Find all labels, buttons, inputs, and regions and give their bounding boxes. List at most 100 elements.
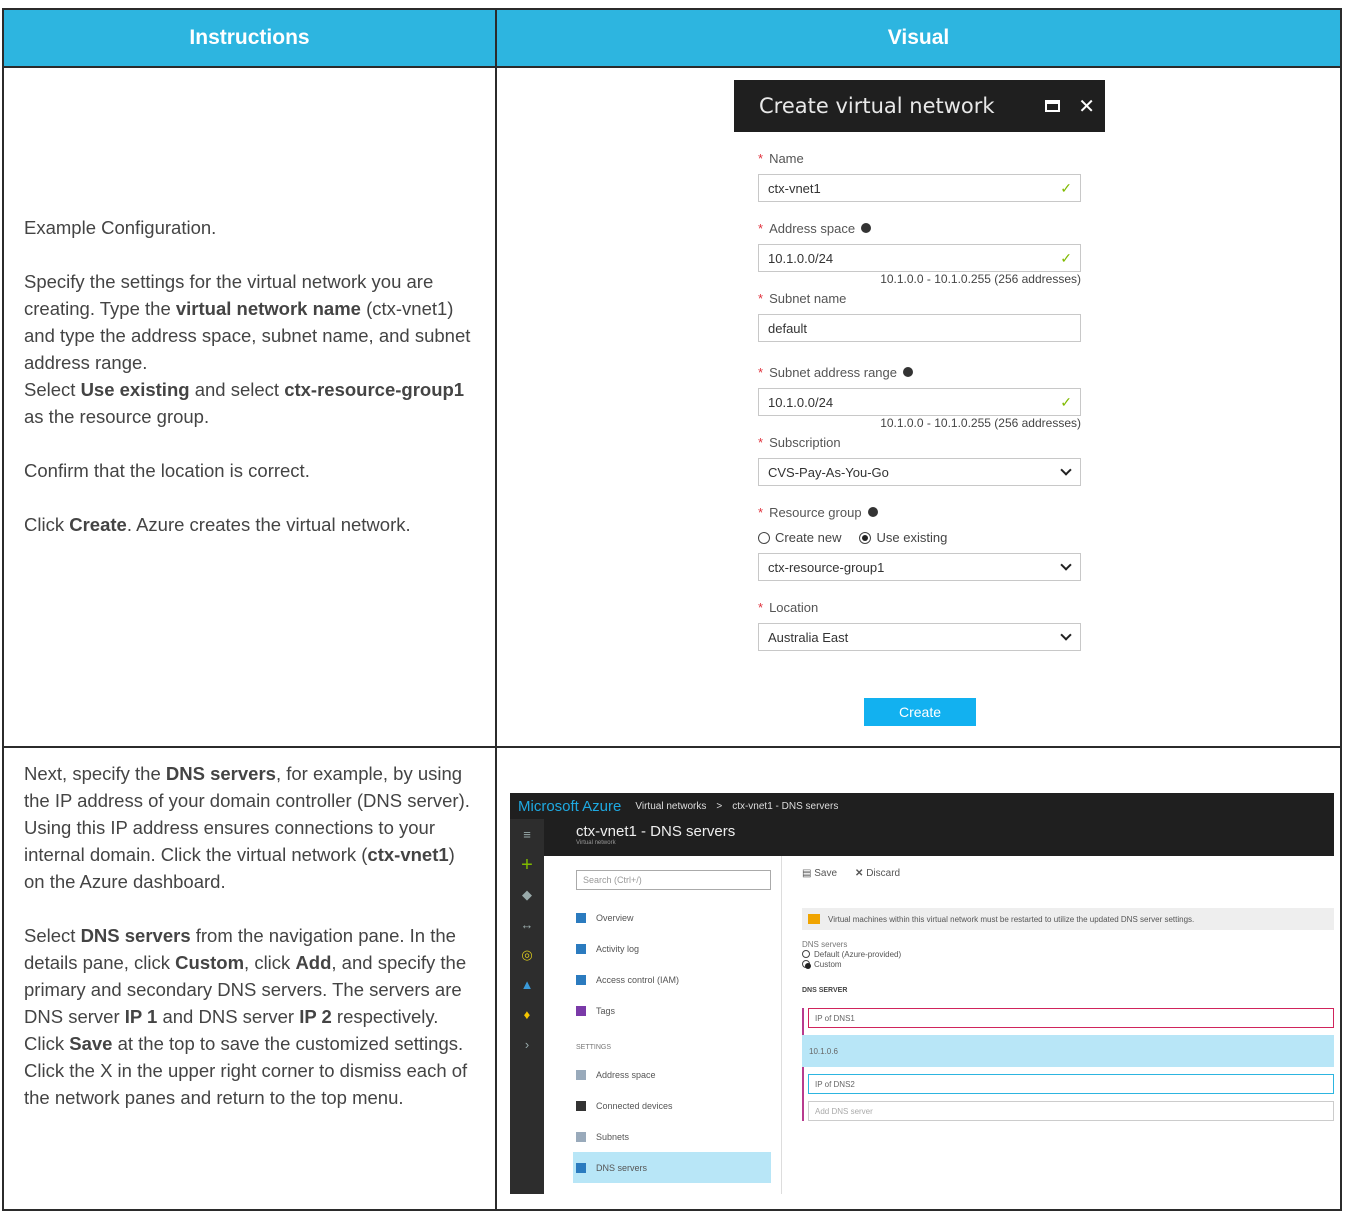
table-header: Instructions Visual xyxy=(4,10,1340,66)
nav-item-connected-devices[interactable]: Connected devices xyxy=(576,1090,771,1121)
azure-brand[interactable]: Microsoft Azure xyxy=(518,798,621,815)
subnet-range-hint: 10.1.0.0 - 10.1.0.255 (256 addresses) xyxy=(880,416,1081,430)
instruction-text: Example Configuration. xyxy=(24,217,217,238)
create-button[interactable]: Create xyxy=(864,698,976,726)
chevron-down-icon xyxy=(1060,559,1072,571)
subscription-label: * Subscription xyxy=(758,434,841,450)
instruction-text: Next, specify the DNS servers, for examp… xyxy=(24,763,470,892)
subnet-name-field[interactable]: default xyxy=(758,314,1081,342)
azure-topbar: Microsoft Azure Virtual networks > ctx-v… xyxy=(510,793,1334,819)
warning-icon xyxy=(808,914,820,924)
instructions-cell: Example Configuration. Specify the setti… xyxy=(4,68,497,746)
create-new-radio[interactable]: Create new xyxy=(758,530,841,545)
activity-log-icon xyxy=(576,943,586,954)
instruction-text: Select DNS servers from the navigation p… xyxy=(24,925,468,1108)
chevron-down-icon xyxy=(1060,629,1072,641)
overview-icon xyxy=(576,912,586,923)
info-icon[interactable] xyxy=(867,507,878,517)
save-button[interactable]: ▤ Save xyxy=(802,868,837,879)
subnet-name-label: * Subnet name xyxy=(758,290,847,306)
check-icon: ✓ xyxy=(1060,249,1072,266)
save-icon: ▤ xyxy=(802,867,815,879)
nav-item-overview[interactable]: Overview xyxy=(576,902,771,933)
info-icon[interactable] xyxy=(861,223,872,233)
name-label: * Name xyxy=(758,150,804,166)
nav-item-subnets[interactable]: Subnets xyxy=(576,1121,771,1152)
subnet-range-field[interactable]: 10.1.0.0/24 ✓ xyxy=(758,388,1081,416)
menu-icon[interactable]: ≡ xyxy=(523,827,531,843)
resource-group-label: * Resource group xyxy=(758,502,1081,522)
dns-server-input-3[interactable]: IP of DNS2 xyxy=(808,1074,1334,1094)
key-icon[interactable]: ♦ xyxy=(524,1007,531,1023)
details-pane: ▤ Save ✕ Discard Virtual machines within… xyxy=(782,856,1334,1194)
instruction-text: Confirm that the location is correct. xyxy=(24,460,310,481)
address-hint: 10.1.0.0 - 10.1.0.255 (256 addresses) xyxy=(880,272,1081,286)
check-icon: ✓ xyxy=(1060,179,1072,196)
table-row: Example Configuration. Specify the setti… xyxy=(4,66,1340,746)
name-field[interactable]: ctx-vnet1 ✓ xyxy=(758,174,1081,202)
settings-section-label: SETTINGS xyxy=(576,1044,612,1051)
left-rail: ≡ + ◆ ↔ ◎ ▲ ♦ › xyxy=(510,819,544,1194)
dns-servers-icon xyxy=(576,1162,586,1173)
toolbar: ▤ Save ✕ Discard xyxy=(802,866,1334,880)
discard-button[interactable]: ✕ Discard xyxy=(855,868,900,879)
dashboard-icon[interactable]: ◆ xyxy=(522,887,532,903)
create-vnet-panel: Create virtual network ✕ * Name ctx-vnet1… xyxy=(734,80,1105,738)
panel-header: Create virtual network ✕ xyxy=(734,80,1105,132)
dns-servers-label: DNS servers xyxy=(802,940,848,949)
instructions-cell: Next, specify the DNS servers, for examp… xyxy=(4,748,497,1209)
connected-devices-icon xyxy=(576,1100,586,1111)
resource-group-options: Create new Use existing xyxy=(758,530,1081,545)
nav-item-dns-servers[interactable]: DNS servers xyxy=(573,1152,771,1183)
access-control-icon xyxy=(576,974,586,985)
breadcrumb-virtual-networks[interactable]: Virtual networks xyxy=(635,801,706,812)
navigation-pane: Search (Ctrl+/) Overview Activity log Ac… xyxy=(544,856,782,1194)
users-icon[interactable]: ▲ xyxy=(521,977,534,993)
maximize-icon[interactable] xyxy=(1045,100,1061,112)
nav-item-address-space[interactable]: Address space xyxy=(576,1059,771,1090)
dns-server-list: IP of DNS1 10.1.0.6 IP of DNS2 Add DNS s… xyxy=(802,1008,1334,1121)
resource-group-select[interactable]: ctx-resource-group1 xyxy=(758,553,1081,581)
search-input[interactable]: Search (Ctrl+/) xyxy=(576,870,771,890)
instruction-text: Click Create. Azure creates the virtual … xyxy=(24,514,411,535)
restart-warning: Virtual machines within this virtual net… xyxy=(802,908,1334,930)
subnets-icon xyxy=(576,1131,586,1142)
panel-title: Create virtual network xyxy=(759,94,995,118)
breadcrumb-separator: > xyxy=(716,800,723,812)
address-label: * Address space xyxy=(758,218,1081,238)
location-label: * Location xyxy=(758,599,819,615)
nav-item-tags[interactable]: Tags xyxy=(576,995,771,1026)
nav-item-activity-log[interactable]: Activity log xyxy=(576,933,771,964)
nav-item-access-control[interactable]: Access control (IAM) xyxy=(576,964,771,995)
address-space-icon xyxy=(576,1069,586,1080)
chevron-right-icon[interactable]: › xyxy=(525,1037,529,1053)
close-icon[interactable]: ✕ xyxy=(1078,94,1095,118)
monitor-icon[interactable]: ◎ xyxy=(521,947,532,963)
default-radio[interactable]: Default (Azure-provided) xyxy=(802,949,1334,959)
check-icon: ✓ xyxy=(1060,393,1072,410)
tag-icon xyxy=(576,1005,586,1016)
add-dns-server-input[interactable]: Add DNS server xyxy=(808,1101,1334,1121)
dns-server-input-1[interactable]: IP of DNS1 xyxy=(808,1008,1334,1028)
blade-header: ctx-vnet1 - DNS servers Virtual network xyxy=(544,819,1334,856)
use-existing-radio[interactable]: Use existing xyxy=(859,530,947,545)
plus-icon[interactable]: + xyxy=(521,855,533,875)
subnet-range-label: * Subnet address range xyxy=(758,362,1081,382)
instruction-text: Select Use existing and select ctx-resou… xyxy=(24,379,465,427)
dns-server-input-2[interactable]: 10.1.0.6 xyxy=(802,1035,1334,1067)
blade-title: ctx-vnet1 - DNS servers xyxy=(576,823,736,840)
subscription-select[interactable]: CVS-Pay-As-You-Go xyxy=(758,458,1081,486)
discard-icon: ✕ xyxy=(855,867,867,879)
chevron-down-icon xyxy=(1060,464,1072,476)
location-select[interactable]: Australia East xyxy=(758,623,1081,651)
info-icon[interactable] xyxy=(903,367,913,377)
dns-servers-screenshot: Microsoft Azure Virtual networks > ctx-v… xyxy=(510,793,1334,1194)
dns-server-column-header: DNS SERVER xyxy=(802,987,848,994)
blade-subtitle: Virtual network xyxy=(576,840,616,846)
custom-radio[interactable]: Custom xyxy=(802,959,1334,969)
address-space-field[interactable]: 10.1.0.0/24 ✓ xyxy=(758,244,1081,272)
breadcrumb-dns-servers[interactable]: ctx-vnet1 - DNS servers xyxy=(732,801,838,812)
header-visual: Visual xyxy=(887,26,950,49)
resources-icon[interactable]: ↔ xyxy=(521,917,534,933)
instruction-text: Specify the settings for the virtual net… xyxy=(24,271,471,373)
